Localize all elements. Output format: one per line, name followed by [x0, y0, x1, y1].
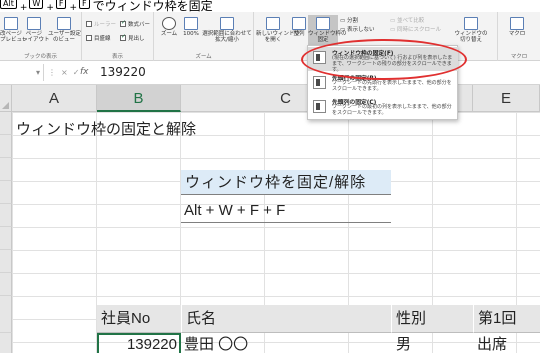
- row-header[interactable]: [0, 273, 12, 296]
- shortcut-caption: Alt + W + F + F でウィンドウ枠を固定: [0, 0, 540, 12]
- shortcut-keys-cell[interactable]: Alt + W + F + F: [181, 198, 391, 223]
- formula-bar-icons: ⋮×✓: [48, 68, 85, 77]
- column-header-a[interactable]: A: [12, 85, 97, 112]
- zoom-selection-icon: [220, 17, 234, 30]
- show-label: 表示: [111, 54, 123, 60]
- freeze-panes-icon: [316, 17, 330, 30]
- row-header[interactable]: [0, 158, 12, 181]
- sheet-heading: ウィンドウ枠の固定と解除: [16, 121, 197, 138]
- select-all-corner[interactable]: [0, 85, 12, 112]
- hide-button[interactable]: ▭ 表示しない: [340, 25, 374, 33]
- header-employee-no[interactable]: 社員No: [97, 305, 181, 333]
- zoom-100-icon: [184, 17, 198, 30]
- freeze-top-row-icon: [313, 76, 326, 89]
- view-side-by-side-button[interactable]: ▭ 並べて比較: [390, 16, 424, 24]
- zoom-group: ズーム 100% 選択範囲に合わせて 拡大/縮小 ズーム: [154, 12, 254, 61]
- row-header[interactable]: [0, 135, 12, 158]
- formula-bar-checkbox[interactable]: 数式バー: [120, 19, 150, 28]
- new-window-icon: [266, 17, 280, 30]
- freeze-first-column-icon: [313, 100, 326, 113]
- row-header[interactable]: [0, 112, 12, 135]
- row-header[interactable]: [0, 250, 12, 273]
- workbook-views-label: ブックの表示: [23, 54, 57, 60]
- name-box[interactable]: ▾: [0, 64, 44, 81]
- key-f: F: [55, 0, 67, 9]
- header-session-1[interactable]: 第1回: [473, 305, 540, 333]
- page-layout-button[interactable]: ページ レイアウト: [22, 17, 50, 43]
- arrange-icon: [292, 17, 306, 30]
- header-gender[interactable]: 性別: [391, 305, 473, 333]
- cell-name[interactable]: 豊田 〇〇: [184, 333, 248, 353]
- column-header-e[interactable]: E: [473, 85, 540, 112]
- row-header[interactable]: [0, 204, 12, 227]
- column-header-b[interactable]: B: [97, 85, 181, 112]
- excel-window: Alt + W + F + F でウィンドウ枠を固定 改ページ プレビュー ページ レイアウト…: [0, 0, 540, 353]
- switch-windows-icon: [464, 17, 478, 30]
- key-alt: Alt: [0, 0, 17, 9]
- custom-views-button[interactable]: ユーザー設定 のビュー: [48, 17, 81, 43]
- row-header[interactable]: [0, 181, 12, 204]
- magnifier-icon: [162, 17, 176, 30]
- split-button[interactable]: ▭ 分割: [340, 16, 358, 24]
- caption-text: でウィンドウ枠を固定: [92, 0, 213, 12]
- header-name[interactable]: 氏名: [181, 305, 391, 333]
- row-header[interactable]: [0, 227, 12, 250]
- page-layout-icon: [27, 17, 41, 30]
- headings-checkbox[interactable]: 見出し: [120, 33, 145, 42]
- page-break-icon: [4, 17, 18, 30]
- ruler-checkbox[interactable]: ルーラー: [86, 20, 116, 28]
- macros-button[interactable]: マクロ: [504, 17, 530, 37]
- zoom-to-selection-button[interactable]: 選択範囲に合わせて 拡大/縮小: [202, 17, 252, 43]
- synchronous-scrolling-button[interactable]: ▭ 同時にスクロール: [390, 25, 441, 33]
- workbook-views-group: 改ページ プレビュー ページ レイアウト ユーザー設定 のビュー ブックの表示: [0, 12, 82, 61]
- arrange-all-button[interactable]: 整列: [290, 17, 308, 37]
- custom-views-icon: [57, 17, 71, 30]
- zoom-button[interactable]: ズーム: [158, 17, 180, 37]
- active-cell-border: [97, 333, 181, 353]
- show-group: ルーラー 数式バー 目盛線 見出し 表示: [82, 12, 154, 61]
- zoom-100-button[interactable]: 100%: [180, 17, 202, 37]
- key-w: W: [29, 0, 44, 9]
- macro-group: マクロ マクロ: [498, 12, 540, 61]
- cell-gender[interactable]: 男: [396, 333, 411, 353]
- zoom-label: ズーム: [195, 54, 212, 60]
- macro-icon: [510, 17, 524, 30]
- freeze-panes-button[interactable]: ウィンドウ枠の 固定: [308, 15, 347, 45]
- shortcut-title-cell[interactable]: ウィンドウ枠を固定/解除: [181, 170, 391, 195]
- cell-attendance[interactable]: 出席: [477, 333, 507, 353]
- row-header[interactable]: [0, 296, 12, 333]
- gridlines-checkbox[interactable]: 目盛線: [86, 34, 111, 42]
- key-f2: F: [79, 0, 90, 9]
- formula-input[interactable]: 139220: [100, 64, 146, 81]
- freeze-first-column-option[interactable]: 先頭列の固定(C) ワークシートの最初の列を表示したままで、他の部分をスクロール…: [308, 96, 458, 120]
- red-highlight-ellipse: [301, 39, 467, 80]
- row-header[interactable]: [0, 333, 12, 353]
- page-break-preview-button[interactable]: 改ページ プレビュー: [0, 17, 28, 43]
- switch-windows-button[interactable]: ウィンドウの 切り替え: [454, 17, 488, 43]
- macro-label: マクロ: [510, 54, 528, 60]
- new-window-button[interactable]: 新しいウィンドウ を開く: [256, 17, 300, 43]
- fx-icon[interactable]: fx: [80, 64, 89, 81]
